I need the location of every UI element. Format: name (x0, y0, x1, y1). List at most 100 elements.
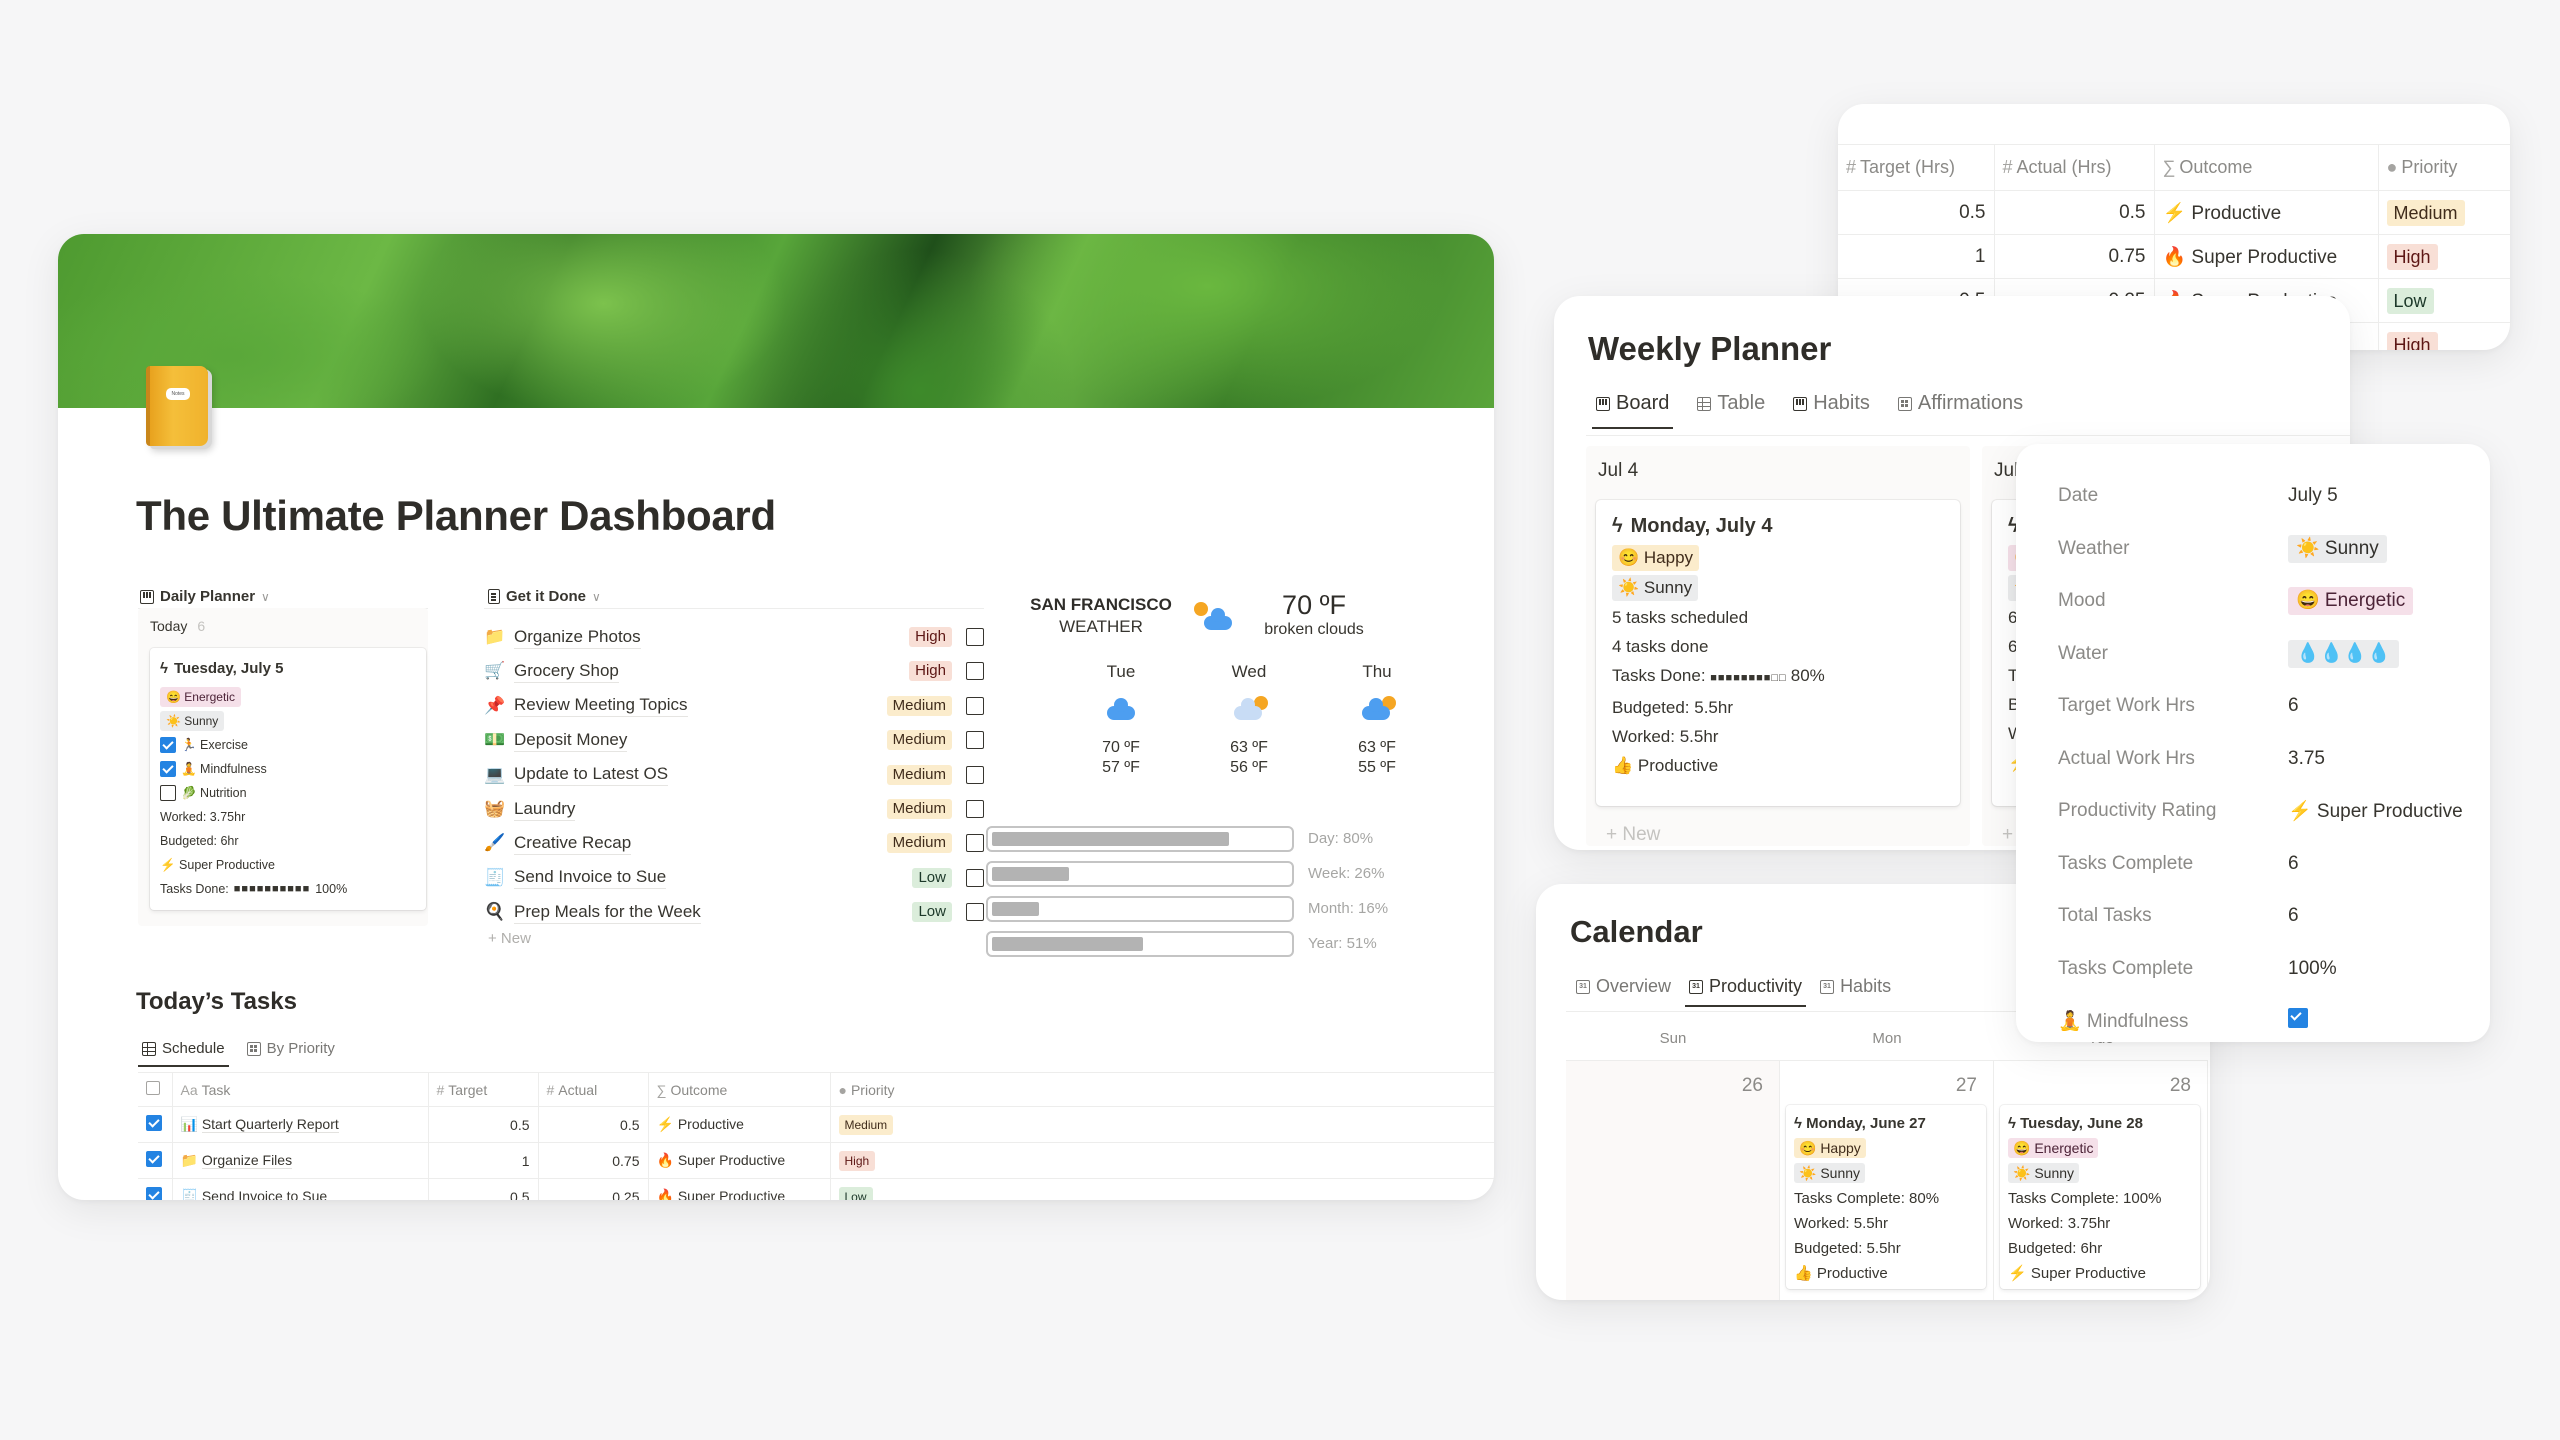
task-checkbox[interactable] (966, 765, 984, 784)
tab-table[interactable]: Table (1697, 392, 1765, 429)
done-checkbox[interactable] (146, 1187, 162, 1200)
property-row[interactable]: Mood 😄 Energetic (2058, 585, 2478, 617)
formula-icon: ∑ (656, 1081, 667, 1098)
tab-by-priority[interactable]: By Priority (246, 1040, 335, 1067)
task-name[interactable]: Laundry (514, 798, 576, 821)
column-header-priority[interactable]: ● Priority (830, 1072, 1494, 1107)
task-checkbox[interactable] (966, 696, 984, 715)
task-list-item[interactable]: 🧾 Send Invoice to Sue Low (484, 861, 984, 895)
priority-tag: Low (838, 1186, 873, 1200)
task-checkbox[interactable] (966, 903, 984, 922)
habit-checkbox[interactable] (160, 785, 176, 801)
column-header-target-hrs[interactable]: # Target (Hrs) (1838, 144, 1995, 191)
calendar-day-cell[interactable]: 28 ϟ Tuesday, June 28 😄 Energetic ☀️ Sunny T… (1994, 1060, 2208, 1300)
property-row[interactable]: Water 💧💧💧💧 (2058, 638, 2478, 670)
checkbox-column-header (138, 1072, 173, 1107)
task-name[interactable]: Send Invoice to Sue (201, 1188, 328, 1200)
task-checkbox[interactable] (966, 800, 984, 818)
table-row[interactable]: 📁 Organize Files 1 0.75 🔥 Super Productive H… (138, 1142, 1494, 1179)
table-row[interactable]: 1 0.75 🔥 Super Productive High (1838, 234, 2510, 279)
task-name[interactable]: Prep Meals for the Week (514, 901, 701, 924)
mindfulness-checkbox[interactable] (2288, 1008, 2308, 1028)
habit-checkbox[interactable] (160, 737, 176, 753)
property-row[interactable]: Tasks Complete 100% (2058, 953, 2478, 985)
calendar-day-cell[interactable]: 26 (1566, 1060, 1780, 1300)
property-row[interactable]: Date July 5 (2058, 480, 2478, 512)
task-name[interactable]: Deposit Money (514, 729, 628, 752)
task-list-item[interactable]: 💵 Deposit Money Medium (484, 723, 984, 757)
task-checkbox[interactable] (966, 731, 984, 750)
tab-affirmations[interactable]: Affirmations (1897, 392, 2023, 429)
tab-schedule[interactable]: Schedule (138, 1040, 229, 1067)
task-name[interactable]: Organize Files (201, 1152, 293, 1169)
property-row[interactable]: Total Tasks 6 (2058, 900, 2478, 932)
task-name[interactable]: Review Meeting Topics (514, 694, 688, 718)
task-list-item[interactable]: 🛒 Grocery Shop High (484, 654, 984, 688)
done-checkbox[interactable] (146, 1115, 162, 1131)
priority-cell: High (2378, 322, 2510, 350)
mood-row: 😊 Happy (1612, 543, 1944, 573)
column-header-outcome[interactable]: ∑ Outcome (648, 1072, 831, 1107)
tab-label: Overview (1596, 976, 1672, 996)
property-value[interactable] (2288, 1008, 2308, 1034)
tab-overview[interactable]: 31 Overview (1576, 976, 1671, 1007)
task-list-item[interactable]: 🍳 Prep Meals for the Week Low (484, 895, 984, 929)
outcome-cell: 🔥 Super Productive (648, 1142, 831, 1179)
done-checkbox[interactable] (146, 1151, 162, 1167)
task-name[interactable]: Send Invoice to Sue (514, 866, 667, 890)
task-list-item[interactable]: 📌 Review Meeting Topics Medium (484, 689, 984, 723)
task-name[interactable]: Start Quarterly Report (201, 1116, 339, 1133)
calendar-event-card[interactable]: ϟ Tuesday, June 28 😄 Energetic ☀️ Sunny Tas… (2000, 1105, 2200, 1289)
lightning-icon: ϟ (2008, 1115, 2021, 1132)
task-emoji-icon: 🧺 (484, 799, 506, 818)
new-task-button[interactable]: + New (488, 930, 531, 947)
column-header-actual[interactable]: # Actual (538, 1072, 649, 1107)
task-name[interactable]: Update to Latest OS (514, 763, 669, 787)
property-row[interactable]: Weather ☀️ Sunny (2058, 533, 2478, 565)
tab-label: By Priority (266, 1040, 335, 1057)
property-row[interactable]: Tasks Complete 6 (2058, 848, 2478, 880)
task-checkbox[interactable] (966, 834, 984, 853)
task-name[interactable]: Grocery Shop (514, 660, 619, 683)
property-name: Water (2058, 642, 2108, 664)
get-it-done-view-selector[interactable]: Get it Done ∨ (488, 588, 601, 605)
table-row[interactable]: 📊 Start Quarterly Report 0.5 0.5 ⚡ Producti… (138, 1106, 1494, 1143)
daily-planner-view-selector[interactable]: Daily Planner ∨ (140, 588, 270, 605)
column-header-task[interactable]: Aa Task (172, 1072, 429, 1107)
tab-habits[interactable]: Habits (1793, 392, 1870, 429)
column-header-target[interactable]: # Target (428, 1072, 539, 1107)
task-list-item[interactable]: 📁 Organize Photos High (484, 620, 984, 654)
task-list-item[interactable]: 🖌️ Creative Recap Medium (484, 826, 984, 860)
notebook-icon[interactable]: Notes (146, 366, 208, 446)
calendar-event-card[interactable]: ϟ Monday, June 27 😊 Happy ☀️ Sunny Tasks Co… (1786, 1105, 1986, 1289)
tab-label: Habits (1840, 976, 1892, 996)
property-value: ☀️ Sunny (2288, 534, 2387, 563)
task-checkbox[interactable] (966, 628, 984, 646)
day-card[interactable]: ϟ Monday, July 4 😊 Happy ☀️ Sunny 5 tasks sc… (1596, 500, 1960, 806)
habit-checkbox[interactable] (160, 761, 176, 777)
tab-habits[interactable]: 31 Habits (1820, 976, 1891, 1007)
task-emoji-icon: 📁 (180, 1152, 202, 1168)
new-card-button[interactable]: + New (1606, 824, 1660, 846)
task-name[interactable]: Creative Recap (514, 832, 632, 855)
column-header-outcome[interactable]: ∑ Outcome (2154, 144, 2379, 191)
tab-productivity[interactable]: 31 Productivity (1685, 976, 1807, 1007)
property-row[interactable]: Actual Work Hrs 3.75 (2058, 743, 2478, 775)
task-list-item[interactable]: 🧺 Laundry Medium (484, 792, 984, 826)
table-row[interactable]: 🧾 Send Invoice to Sue 0.5 0.25 🔥 Super Prod… (138, 1178, 1494, 1200)
table-row[interactable]: 0.5 0.5 ⚡ Productive Medium (1838, 190, 2510, 235)
property-row[interactable]: 🧘 Mindfulness (2058, 1005, 2478, 1037)
tab-board[interactable]: Board (1591, 392, 1674, 429)
weekly-planner-title: Weekly Planner (1588, 330, 1832, 367)
property-row[interactable]: Productivity Rating ⚡ Super Productive (2058, 795, 2478, 827)
task-name[interactable]: Organize Photos (514, 626, 641, 649)
calendar-day-cell[interactable]: 27 ϟ Monday, June 27 😊 Happy ☀️ Sunny Tasks … (1780, 1060, 1994, 1300)
task-checkbox[interactable] (966, 868, 984, 887)
task-list-item[interactable]: 💻 Update to Latest OS Medium (484, 758, 984, 792)
column-header-priority[interactable]: ● Priority (2378, 144, 2510, 191)
daily-card[interactable]: ϟ Tuesday, July 5 😄 Energetic ☀️ Sunny 🏃 … (150, 648, 426, 910)
property-row[interactable]: Target Work Hrs 6 (2058, 690, 2478, 722)
task-checkbox[interactable] (966, 662, 984, 681)
budgeted-hours: Budgeted: 5.5hr (1794, 1240, 1901, 1257)
column-header-actual-hrs[interactable]: # Actual (Hrs) (1994, 144, 2155, 191)
